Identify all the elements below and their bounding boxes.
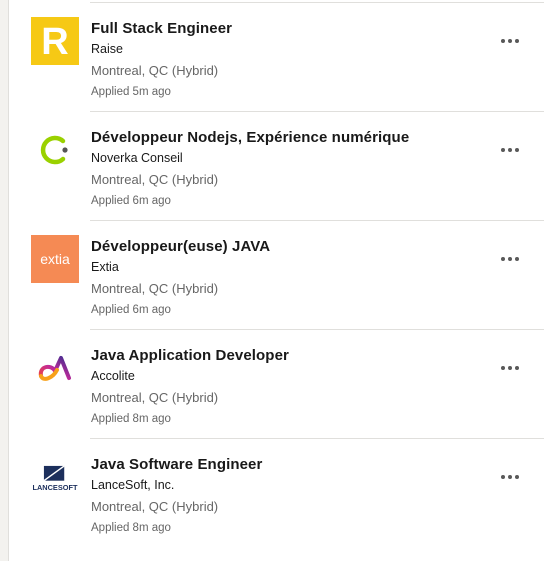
applied-time: Applied 6m ago: [91, 195, 171, 207]
more-options-button[interactable]: [494, 29, 526, 53]
noverka-logo-icon: [40, 135, 68, 165]
more-options-icon: [501, 257, 505, 261]
company-name[interactable]: Accolite: [91, 369, 135, 383]
company-logo-noverka[interactable]: [31, 126, 79, 174]
more-options-dot: [515, 257, 519, 261]
more-options-button[interactable]: [494, 356, 526, 380]
job-title[interactable]: Full Stack Engineer: [91, 20, 232, 37]
job-title[interactable]: Java Software Engineer: [91, 456, 262, 473]
more-options-icon: [501, 148, 505, 152]
company-name[interactable]: LanceSoft, Inc.: [91, 478, 174, 492]
job-title[interactable]: Java Application Developer: [91, 347, 289, 364]
job-list-item[interactable]: Java Application Developer Accolite Mont…: [9, 330, 544, 439]
more-options-dot: [508, 148, 512, 152]
applied-time: Applied 8m ago: [91, 522, 171, 534]
more-options-dot: [508, 39, 512, 43]
accolite-logo-icon: [38, 356, 71, 381]
job-location: Montreal, QC (Hybrid): [91, 499, 219, 514]
applied-time: Applied 5m ago: [91, 86, 171, 98]
company-logo-lancesoft[interactable]: LANCESOFT: [31, 453, 79, 501]
company-logo-raise[interactable]: R: [31, 17, 79, 65]
job-location: Montreal, QC (Hybrid): [91, 172, 219, 187]
applied-time: Applied 8m ago: [91, 413, 171, 425]
applied-time: Applied 6m ago: [91, 304, 171, 316]
raise-logo-icon: R: [31, 17, 79, 65]
company-logo-accolite[interactable]: [31, 344, 79, 392]
company-name[interactable]: Raise: [91, 42, 123, 56]
more-options-icon: [501, 39, 505, 43]
job-list-item[interactable]: Développeur Nodejs, Expérience numérique…: [9, 112, 544, 221]
more-options-button[interactable]: [494, 465, 526, 489]
more-options-dot: [508, 366, 512, 370]
job-location: Montreal, QC (Hybrid): [91, 63, 219, 78]
more-options-button[interactable]: [494, 138, 526, 162]
more-options-icon: [501, 475, 505, 479]
extia-logo-icon: extia: [31, 235, 79, 283]
job-location: Montreal, QC (Hybrid): [91, 281, 219, 296]
job-list-item[interactable]: R Full Stack Engineer Raise Montreal, QC…: [9, 3, 544, 112]
lancesoft-logo-icon: LANCESOFT: [32, 465, 78, 492]
more-options-dot: [508, 257, 512, 261]
svg-text:LANCESOFT: LANCESOFT: [32, 483, 78, 492]
more-options-dot: [515, 475, 519, 479]
more-options-icon: [501, 366, 505, 370]
applied-jobs-panel: R Full Stack Engineer Raise Montreal, QC…: [8, 0, 544, 561]
more-options-button[interactable]: [494, 247, 526, 271]
more-options-dot: [515, 39, 519, 43]
more-options-dot: [515, 148, 519, 152]
company-logo-extia[interactable]: extia: [31, 235, 79, 283]
more-options-dot: [515, 366, 519, 370]
job-title[interactable]: Développeur(euse) JAVA: [91, 238, 270, 255]
job-title[interactable]: Développeur Nodejs, Expérience numérique: [91, 129, 409, 146]
job-list-item[interactable]: extia Développeur(euse) JAVA Extia Montr…: [9, 221, 544, 330]
svg-text:R: R: [41, 21, 68, 63]
company-name[interactable]: Noverka Conseil: [91, 151, 183, 165]
company-name[interactable]: Extia: [91, 260, 119, 274]
job-location: Montreal, QC (Hybrid): [91, 390, 219, 405]
job-list-item[interactable]: LANCESOFT Java Software Engineer LanceSo…: [9, 439, 544, 548]
svg-text:extia: extia: [40, 251, 70, 267]
more-options-dot: [508, 475, 512, 479]
